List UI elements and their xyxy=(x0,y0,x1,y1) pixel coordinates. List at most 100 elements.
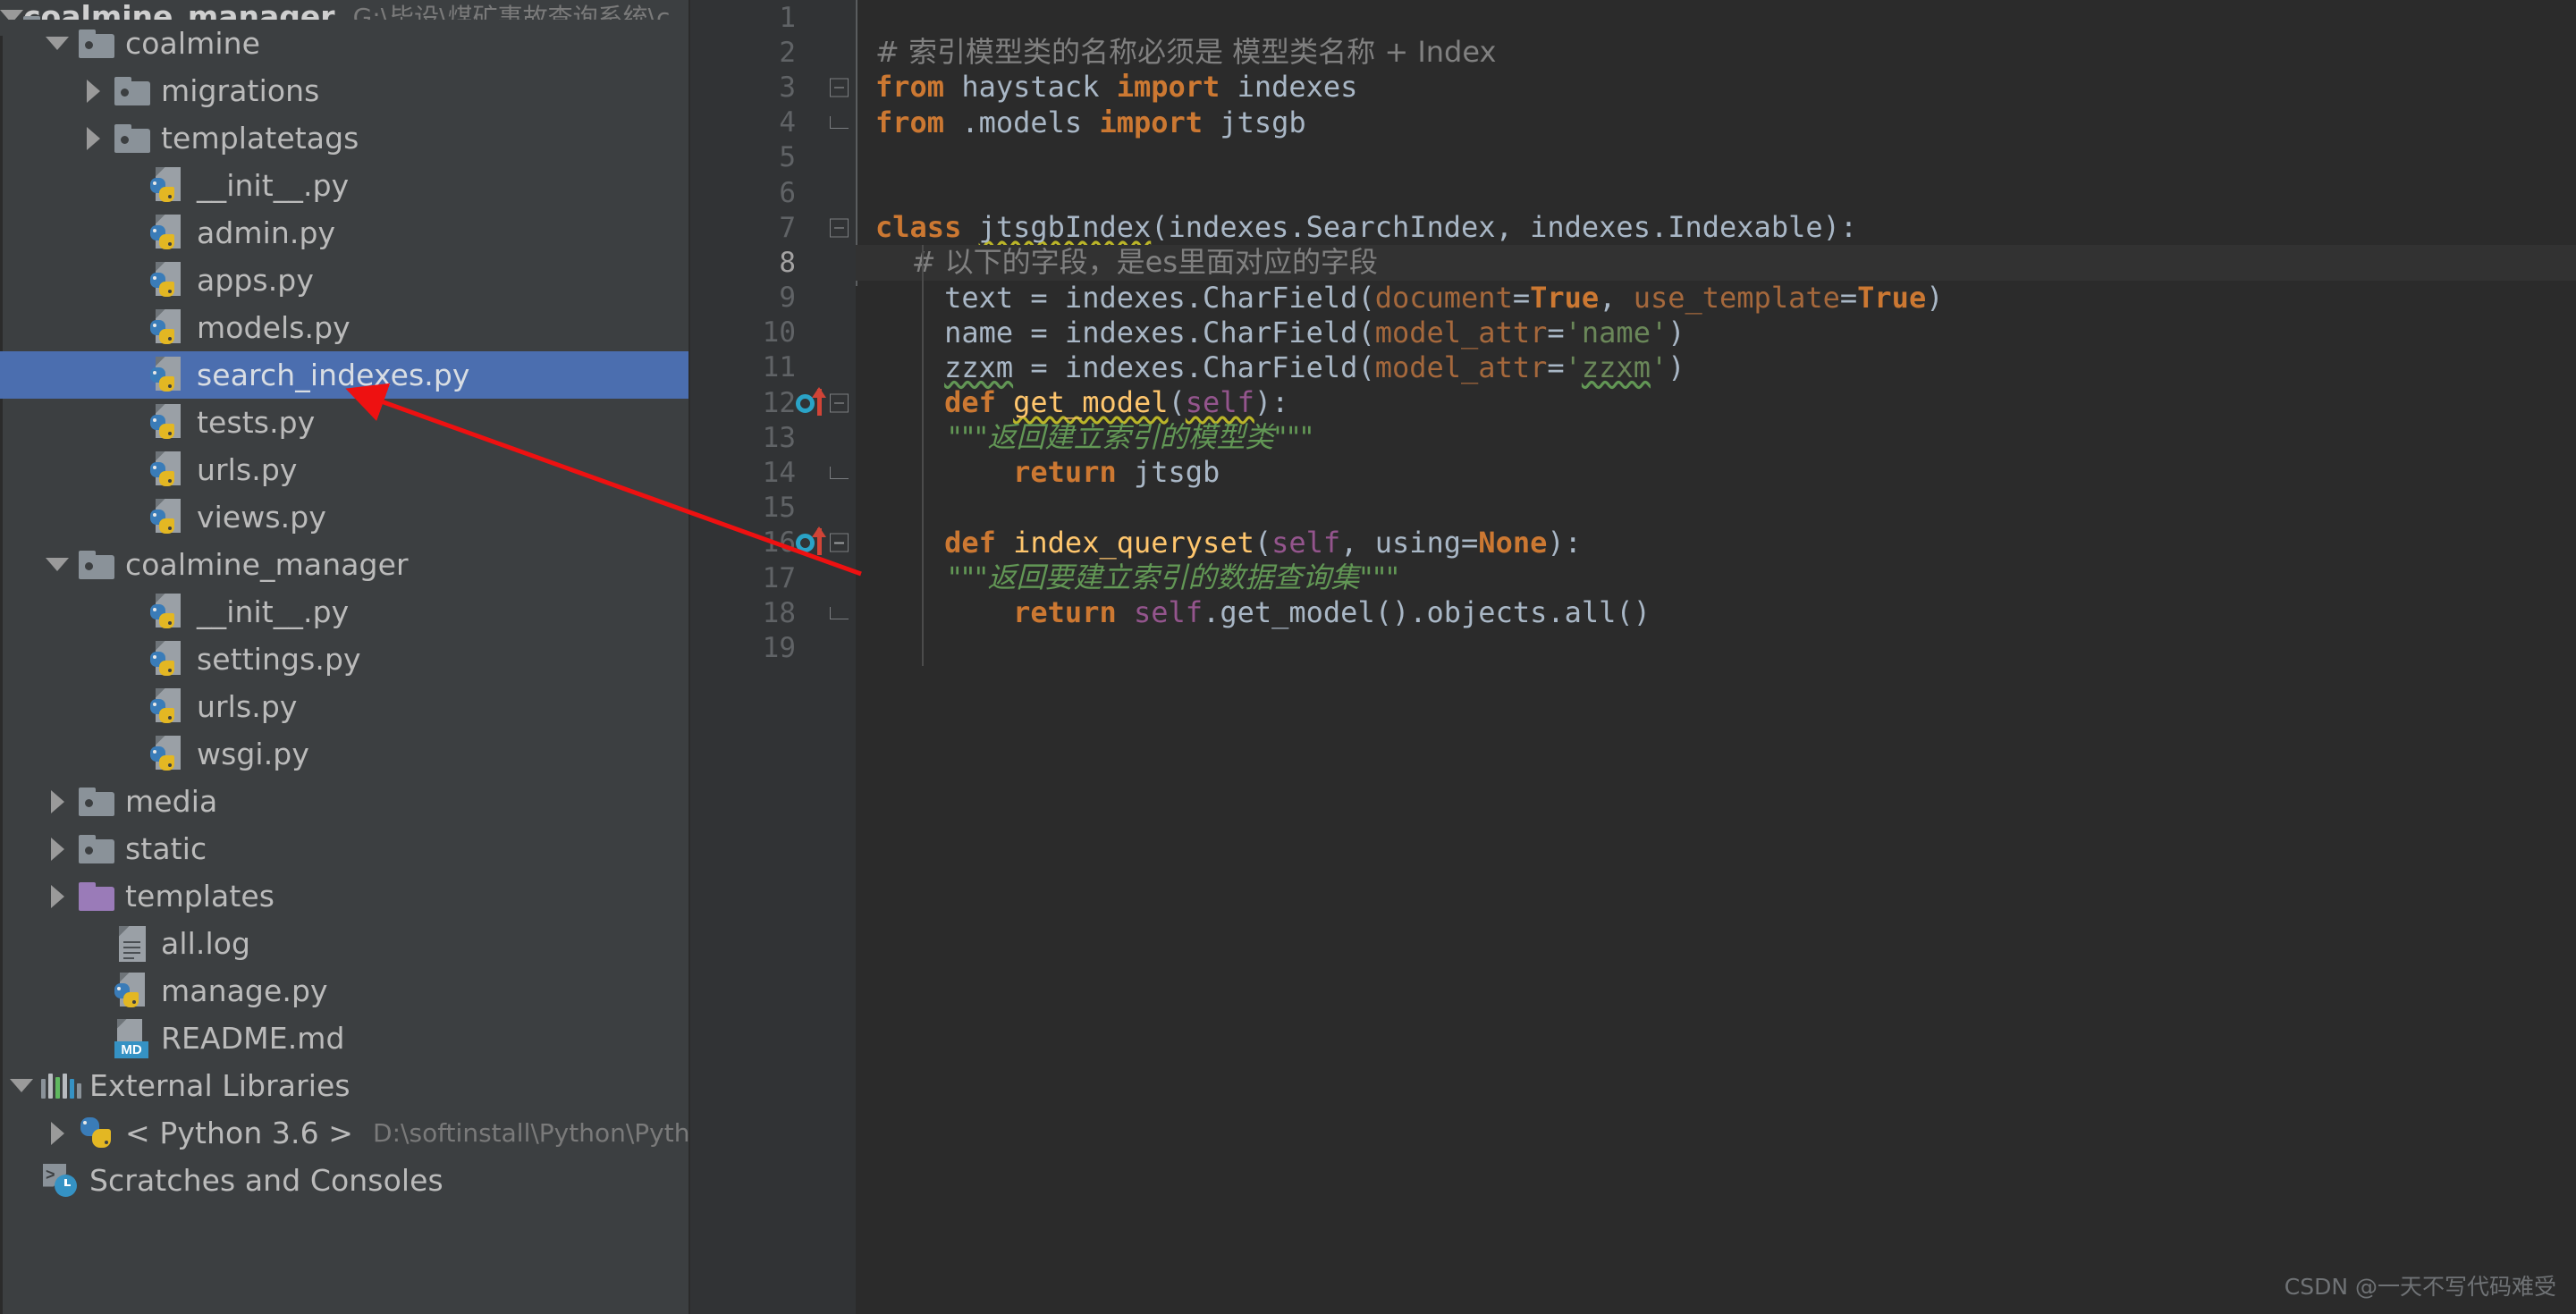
gutter-line-7[interactable]: 7 xyxy=(690,210,856,245)
tree-row-coalmine-manager[interactable]: coalmine_manager xyxy=(0,541,690,588)
code-line-12[interactable]: def get_model(self): xyxy=(856,385,2576,421)
gutter-markers[interactable] xyxy=(796,526,856,560)
gutter-line-18[interactable]: 18 xyxy=(690,595,856,630)
tree-row-admin-py[interactable]: admin.py xyxy=(0,209,690,257)
gutter-markers[interactable] xyxy=(796,105,856,140)
tree-row-coalmine[interactable]: coalmine xyxy=(0,20,690,67)
tree-row-settings-py[interactable]: settings.py xyxy=(0,636,690,683)
gutter-line-1[interactable]: 1 xyxy=(690,0,856,35)
gutter-markers[interactable] xyxy=(796,560,856,595)
tree-row-templates[interactable]: templates xyxy=(0,872,690,920)
gutter-markers[interactable] xyxy=(796,70,856,105)
gutter-line-6[interactable]: 6 xyxy=(690,175,856,210)
code-line-13[interactable]: """返回建立索引的模型类""" xyxy=(856,420,2576,456)
tree-row-python-3-6[interactable]: < Python 3.6 > D:\softinstall\Python\Pyth… xyxy=(0,1109,690,1157)
project-tool-window[interactable]: coalmine_manager G:\毕设\煤矿事故查询系统\c coalmi… xyxy=(0,0,690,1314)
code-fold-collapse-icon[interactable] xyxy=(830,393,849,413)
chevron-right-icon[interactable] xyxy=(75,126,111,150)
chevron-right-icon[interactable] xyxy=(39,789,75,813)
code-fold-end-icon[interactable] xyxy=(830,116,849,130)
tree-row-apps-py[interactable]: apps.py xyxy=(0,257,690,304)
chevron-right-icon[interactable] xyxy=(39,1121,75,1145)
tree-row-wsgi-py[interactable]: wsgi.py xyxy=(0,730,690,778)
tree-row-search-indexes-py[interactable]: search_indexes.py xyxy=(0,351,690,399)
gutter-line-4[interactable]: 4 xyxy=(690,105,856,140)
chevron-right-icon[interactable] xyxy=(39,837,75,861)
code-line-10[interactable]: name = indexes.CharField(model_attr='nam… xyxy=(856,315,2576,350)
gutter-line-8[interactable]: 8 xyxy=(690,245,856,280)
tree-row-templatetags[interactable]: templatetags xyxy=(0,114,690,162)
tree-row-scratches-and-consoles[interactable]: > Scratches and Consoles xyxy=(0,1157,690,1204)
project-tree[interactable]: coalmine migrations templatetags __init__.p… xyxy=(0,20,690,1204)
code-line-18[interactable]: return self.get_model().objects.all() xyxy=(856,595,2576,631)
tree-row-init-py[interactable]: __init__.py xyxy=(0,162,690,209)
code-fold-collapse-icon[interactable] xyxy=(830,533,849,552)
code-line-6[interactable] xyxy=(856,175,2576,210)
chevron-down-icon[interactable] xyxy=(39,558,75,571)
gutter-markers[interactable] xyxy=(796,35,856,70)
gutter-line-2[interactable]: 2 xyxy=(690,35,856,70)
chevron-right-icon[interactable] xyxy=(39,884,75,908)
tree-row-readme-md[interactable]: MD README.md xyxy=(0,1015,690,1062)
gutter-markers[interactable] xyxy=(796,350,856,385)
tree-row-tests-py[interactable]: tests.py xyxy=(0,399,690,446)
chevron-down-icon[interactable] xyxy=(39,37,75,50)
gutter-markers[interactable] xyxy=(796,175,856,210)
tree-row-urls-py[interactable]: urls.py xyxy=(0,446,690,493)
gutter-markers[interactable] xyxy=(796,491,856,526)
tree-row-all-log[interactable]: all.log xyxy=(0,920,690,967)
tree-row-init-py[interactable]: __init__.py xyxy=(0,588,690,636)
gutter-line-10[interactable]: 10 xyxy=(690,316,856,350)
gutter-markers[interactable] xyxy=(796,281,856,316)
gutter-markers[interactable] xyxy=(796,0,856,35)
gutter-line-17[interactable]: 17 xyxy=(690,560,856,595)
code-line-5[interactable] xyxy=(856,140,2576,175)
gutter-line-3[interactable]: 3 xyxy=(690,70,856,105)
gutter-markers[interactable] xyxy=(796,630,856,665)
gutter-line-16[interactable]: 16 xyxy=(690,526,856,560)
editor-gutter[interactable]: 1 2 3 4 5 6 7 8 9 10 11 12 13 14 15 16 17 18 19 xyxy=(690,0,856,1314)
code-line-1[interactable] xyxy=(856,0,2576,35)
gutter-markers[interactable] xyxy=(796,595,856,630)
tree-row-urls-py[interactable]: urls.py xyxy=(0,683,690,730)
gutter-markers[interactable] xyxy=(796,316,856,350)
tree-row-media[interactable]: media xyxy=(0,778,690,825)
code-line-16[interactable]: def index_queryset(self, using=None): xyxy=(856,525,2576,560)
tree-row-project-root[interactable]: coalmine_manager G:\毕设\煤矿事故查询系统\c xyxy=(0,0,690,20)
code-line-8[interactable]: # 以下的字段，是es里面对应的字段 xyxy=(856,245,2576,281)
gutter-line-19[interactable]: 19 xyxy=(690,630,856,665)
tree-row-models-py[interactable]: models.py xyxy=(0,304,690,351)
code-line-7[interactable]: class jtsgbIndex(indexes.SearchIndex, in… xyxy=(856,210,2576,245)
code-line-11[interactable]: zzxm = indexes.CharField(model_attr='zzx… xyxy=(856,350,2576,386)
code-line-3[interactable]: from haystack import indexes xyxy=(856,70,2576,105)
tree-row-static[interactable]: static xyxy=(0,825,690,872)
chevron-down-icon[interactable] xyxy=(4,1079,39,1092)
gutter-line-9[interactable]: 9 xyxy=(690,281,856,316)
tree-row-manage-py[interactable]: manage.py xyxy=(0,967,690,1015)
code-line-19[interactable] xyxy=(856,630,2576,666)
code-fold-end-icon[interactable] xyxy=(830,606,849,619)
code-line-9[interactable]: text = indexes.CharField(document=True, … xyxy=(856,280,2576,316)
gutter-line-11[interactable]: 11 xyxy=(690,350,856,385)
code-line-2[interactable]: # 索引模型类的名称必须是 模型类名称 + Index xyxy=(856,35,2576,70)
tree-row-views-py[interactable]: views.py xyxy=(0,493,690,541)
gutter-line-15[interactable]: 15 xyxy=(690,491,856,526)
gutter-markers[interactable] xyxy=(796,140,856,175)
code-fold-collapse-icon[interactable] xyxy=(830,78,849,97)
code-line-4[interactable]: from .models import jtsgb xyxy=(856,105,2576,140)
code-line-14[interactable]: return jtsgb xyxy=(856,455,2576,491)
chevron-down-icon[interactable] xyxy=(0,9,23,20)
editor-code-area[interactable]: # 索引模型类的名称必须是 模型类名称 + Index from haystack… xyxy=(856,0,2576,1314)
tree-row-external-libraries[interactable]: External Libraries xyxy=(0,1062,690,1109)
code-line-17[interactable]: """返回要建立索引的数据查询集""" xyxy=(856,560,2576,596)
gutter-line-14[interactable]: 14 xyxy=(690,455,856,490)
gutter-markers[interactable] xyxy=(796,455,856,490)
gutter-markers[interactable] xyxy=(796,385,856,420)
code-editor[interactable]: 1 2 3 4 5 6 7 8 9 10 11 12 13 14 15 16 17 18 19 # 索引模型类的名称… xyxy=(690,0,2576,1314)
gutter-markers[interactable] xyxy=(796,245,856,280)
code-fold-collapse-icon[interactable] xyxy=(830,218,849,238)
gutter-markers[interactable] xyxy=(796,210,856,245)
gutter-markers[interactable] xyxy=(796,420,856,455)
code-fold-end-icon[interactable] xyxy=(830,467,849,480)
code-line-15[interactable] xyxy=(856,490,2576,526)
